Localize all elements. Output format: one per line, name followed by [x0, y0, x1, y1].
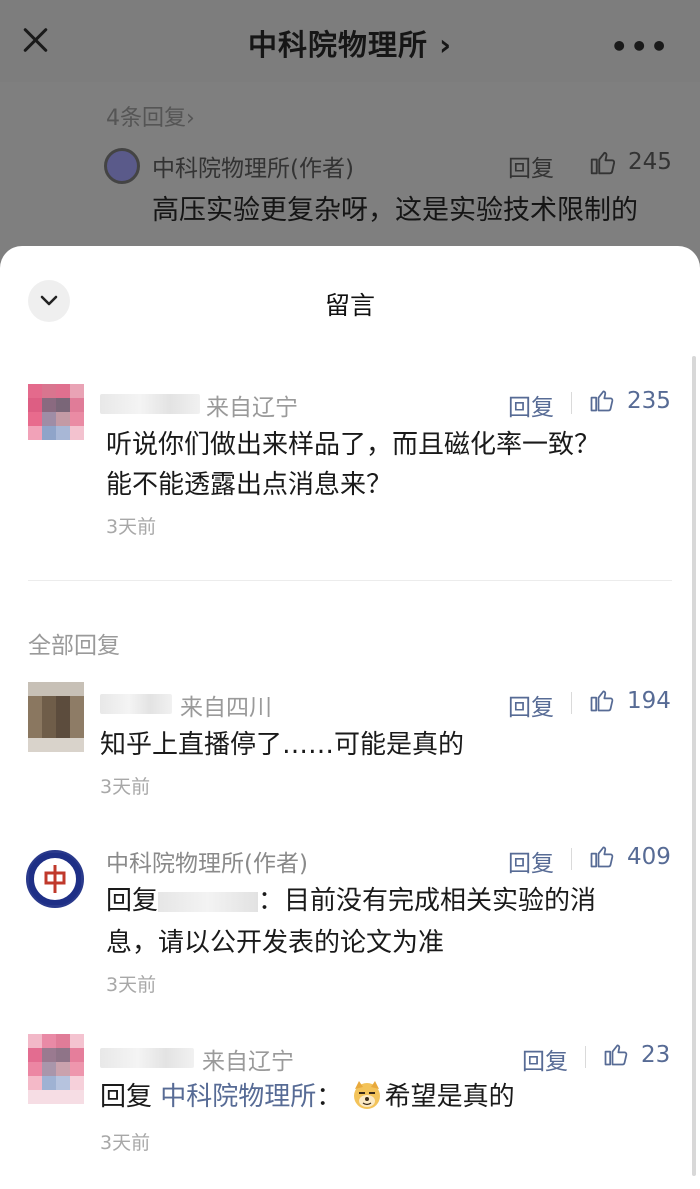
reply-button[interactable]: 回复 — [508, 688, 554, 722]
timestamp: 3天前 — [100, 1132, 151, 1154]
thumbs-up-icon[interactable] — [602, 1040, 630, 1068]
doge-emoji-icon — [353, 1081, 380, 1109]
thumbs-up-icon[interactable] — [588, 386, 616, 414]
colon: ： — [316, 1082, 343, 1112]
location-label: 来自四川 — [180, 695, 272, 721]
author-name[interactable]: 中科院物理所(作者) — [106, 844, 308, 878]
reply-prefix: 回复 — [106, 886, 159, 916]
author-avatar — [104, 148, 140, 184]
sheet-title: 留言 — [324, 291, 375, 320]
comment-text: 回复 中科院物理所： 希望是真的 — [100, 1076, 515, 1118]
username-redacted[interactable] — [100, 1048, 194, 1068]
username-redacted[interactable] — [100, 694, 172, 714]
divider — [571, 392, 572, 414]
avatar[interactable] — [28, 1034, 84, 1104]
comment-text: 高压实验更复杂呀，这是实验技术限制的 — [152, 195, 638, 226]
divider — [585, 1046, 586, 1068]
more-icon[interactable]: ••• — [610, 30, 670, 63]
comment-text-line2: 息，请以公开发表的论文为准 — [106, 928, 445, 958]
like-count: 194 — [627, 688, 671, 714]
avatar[interactable] — [28, 682, 84, 752]
like-count: 409 — [627, 844, 671, 870]
comment-text-line1: 回复 ：目前没有完成相关实验的消 — [106, 880, 596, 922]
timestamp: 3天前 — [106, 516, 157, 538]
comment-text-line2: 能不能透露出点消息来？ — [106, 470, 393, 500]
thumbs-up-icon[interactable] — [588, 686, 616, 714]
reply-button[interactable]: 回复 — [508, 844, 554, 878]
mention-link[interactable]: 中科院物理所 — [160, 1082, 316, 1112]
section-heading: 全部回复 — [28, 633, 120, 659]
scrollbar[interactable] — [692, 356, 696, 1176]
divider — [28, 580, 672, 581]
timestamp: 3天前 — [106, 974, 157, 996]
divider — [571, 848, 572, 870]
author-avatar[interactable] — [26, 850, 84, 908]
thumbs-up-icon[interactable] — [588, 842, 616, 870]
replies-link[interactable]: 4条回复› — [106, 100, 195, 132]
location-label: 来自辽宁 — [206, 395, 298, 421]
institute-logo-icon — [28, 852, 82, 906]
reply-button[interactable]: 回复 — [508, 388, 554, 422]
reply-text: ：目前没有完成相关实验的消 — [258, 886, 597, 916]
divider — [571, 692, 572, 714]
like-count: 235 — [627, 388, 671, 414]
mention-redacted[interactable] — [158, 891, 259, 912]
like-count: 23 — [641, 1042, 671, 1068]
timestamp: 3天前 — [100, 776, 151, 798]
reply-text: 希望是真的 — [384, 1082, 515, 1112]
reply-prefix: 回复 — [100, 1082, 153, 1112]
reply-button[interactable]: 回复 — [508, 149, 554, 183]
comments-sheet: 留言 来自辽宁 回复 235 听说你们做出来样品了，而且磁化率一致？ 能不能透露… — [0, 246, 700, 1189]
like-count: 245 — [628, 149, 672, 175]
comment-text: 知乎上直播停了……可能是真的 — [100, 730, 465, 760]
avatar[interactable] — [28, 384, 84, 440]
page-title[interactable]: 中科院物理所 › — [0, 22, 700, 64]
author-name: 中科院物理所(作者) — [152, 156, 354, 182]
location-label: 来自辽宁 — [202, 1049, 294, 1075]
thumbs-up-icon[interactable] — [588, 147, 618, 177]
reply-button[interactable]: 回复 — [522, 1042, 568, 1076]
top-bar: 中科院物理所 › ••• — [0, 0, 700, 82]
username-redacted[interactable] — [100, 394, 200, 414]
comment-text-line1: 听说你们做出来样品了，而且磁化率一致？ — [106, 430, 601, 460]
